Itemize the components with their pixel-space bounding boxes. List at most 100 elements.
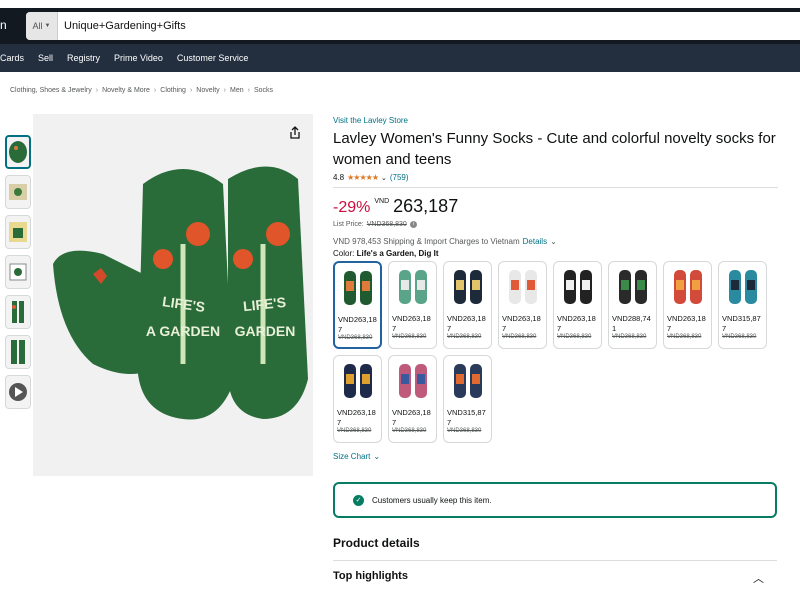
chevron-up-icon[interactable]: ︿ [753,570,764,586]
swatch-image [389,356,436,406]
thumbnail-list [5,135,31,415]
thumbnail-5[interactable] [5,295,31,329]
swatch-image [554,262,601,312]
swatch-image [499,262,546,312]
color-swatch[interactable]: VND315,877 VND368,830 [443,355,492,443]
breadcrumb-link[interactable]: Men [230,87,244,94]
price-value: 263,187 [393,196,459,216]
swatch-old-price: VND368,830 [557,334,592,340]
price-row: -29% VND 263,187 [333,196,778,217]
swatch-old-price: VND368,830 [392,334,427,340]
breadcrumb-link[interactable]: Clothing, Shoes & Jewelry [10,87,92,94]
search-category-label: All [32,21,43,31]
thumbnail-6[interactable] [5,335,31,369]
top-highlights-heading[interactable]: Top highlights [333,570,408,582]
divider [333,187,778,188]
color-swatch[interactable]: VND263,187 VND368,830 [388,355,437,443]
color-swatch[interactable]: VND288,741 VND368,830 [608,261,657,349]
swatch-price: VND263,187 [338,315,377,334]
color-swatch[interactable]: VND263,187 VND368,830 [333,261,382,349]
nav-item-registry[interactable]: Registry [67,53,100,63]
nav-item-cards[interactable]: Cards [0,53,24,63]
breadcrumb-link[interactable]: Novelty [196,87,219,94]
color-swatch[interactable]: VND263,187 VND368,830 [388,261,437,349]
color-swatch[interactable]: VND263,187 VND368,830 [553,261,602,349]
color-swatches: VND263,187 VND368,830 VND263,187 VND368,830… [333,261,773,443]
nav-item-prime-video[interactable]: Prime Video [114,53,163,63]
amazon-logo[interactable]: n [0,18,7,32]
search-bar: All ▼ [26,12,800,40]
swatch-old-price: VND368,830 [612,334,647,340]
breadcrumb-separator-icon: › [189,87,193,94]
shipping-row: VND 978,453 Shipping & Import Charges to… [333,237,778,246]
thumbnail-4[interactable] [5,255,31,289]
swatch-image [444,356,491,406]
size-chart-link[interactable]: Size Chart ⌄ [333,452,778,461]
size-chart-label[interactable]: Size Chart [333,452,370,461]
swatch-image [609,262,656,312]
info-icon[interactable]: i [409,221,417,228]
swatch-image [719,262,766,312]
swatch-price: VND315,877 [447,408,486,427]
shipping-details-link[interactable]: Details [523,237,547,246]
swatch-image [335,263,380,313]
chevron-down-icon: ⌄ [373,452,381,461]
swatch-price: VND288,741 [612,314,651,333]
breadcrumb-link[interactable]: Socks [254,87,273,94]
svg-text:GARDEN: GARDEN [235,323,296,339]
discount-percent: -29% [333,199,371,216]
list-price: List Price: VND368,830 i [333,221,778,228]
swatch-old-price: VND368,830 [667,334,702,340]
breadcrumb-separator-icon: › [223,87,226,94]
price-currency: VND [374,198,390,205]
breadcrumb-separator-icon: › [153,87,157,94]
store-link[interactable]: Visit the Lavley Store [333,116,778,125]
shipping-text: VND 978,453 Shipping & Import Charges to… [333,237,520,246]
swatch-price: VND263,187 [502,314,541,333]
swatch-old-price: VND368,830 [338,335,373,341]
rating-value: 4.8 [333,173,345,182]
color-swatch[interactable]: VND263,187 VND368,830 [333,355,382,443]
nav-item-customer-service[interactable]: Customer Service [177,53,249,63]
search-category-dropdown[interactable]: All ▼ [26,12,58,40]
search-input[interactable] [58,20,658,32]
swatch-old-price: VND368,830 [502,334,537,340]
chevron-down-icon[interactable]: ⌄ [550,237,557,246]
chevron-down-icon[interactable]: ⌄ [381,174,387,182]
thumbnail-2[interactable] [5,175,31,209]
list-price-value: VND368,830 [366,221,407,228]
review-count-link[interactable]: (759) [390,173,409,182]
swatch-image [334,356,381,406]
color-value: Life's a Garden, Dig It [356,249,439,258]
chevron-down-icon: ▼ [44,23,51,29]
swatch-old-price: VND368,830 [337,428,372,434]
breadcrumb-separator-icon: › [95,87,99,94]
list-price-label: List Price: [333,221,364,228]
color-swatch[interactable]: VND263,187 VND368,830 [498,261,547,349]
swatch-old-price: VND368,830 [392,428,427,434]
color-swatch[interactable]: VND315,877 VND368,830 [718,261,767,349]
star-rating-icon[interactable]: ★★★★★ [347,173,379,182]
breadcrumb-link[interactable]: Novelty & More [102,87,150,94]
swatch-image [444,262,491,312]
color-swatch[interactable]: VND263,187 VND368,830 [443,261,492,349]
breadcrumb: Clothing, Shoes & Jewelry › Novelty & More… [10,87,273,94]
thumbnail-3[interactable] [5,215,31,249]
nav-bar: Cards Sell Registry Prime Video Customer Ser… [0,44,800,72]
thumbnail-1[interactable] [5,135,31,169]
swatch-image [664,262,711,312]
swatch-price: VND315,877 [722,314,761,333]
breadcrumb-link[interactable]: Clothing [160,87,186,94]
check-icon: ✓ [353,494,364,506]
product-details-heading: Product details [333,536,420,550]
swatch-price: VND263,187 [447,314,486,333]
thumbnail-video[interactable] [5,375,31,409]
color-swatch[interactable]: VND263,187 VND368,830 [663,261,712,349]
divider [333,560,777,561]
product-title: Lavley Women's Funny Socks - Cute and co… [333,130,776,168]
color-selection-label: Color: Life's a Garden, Dig It [333,249,778,258]
swatch-price: VND263,187 [337,408,376,427]
nav-item-sell[interactable]: Sell [38,53,53,63]
share-icon[interactable] [288,126,302,140]
main-product-image[interactable]: LIFE'S A GARDEN LIFE'S GARDEN [33,114,313,476]
